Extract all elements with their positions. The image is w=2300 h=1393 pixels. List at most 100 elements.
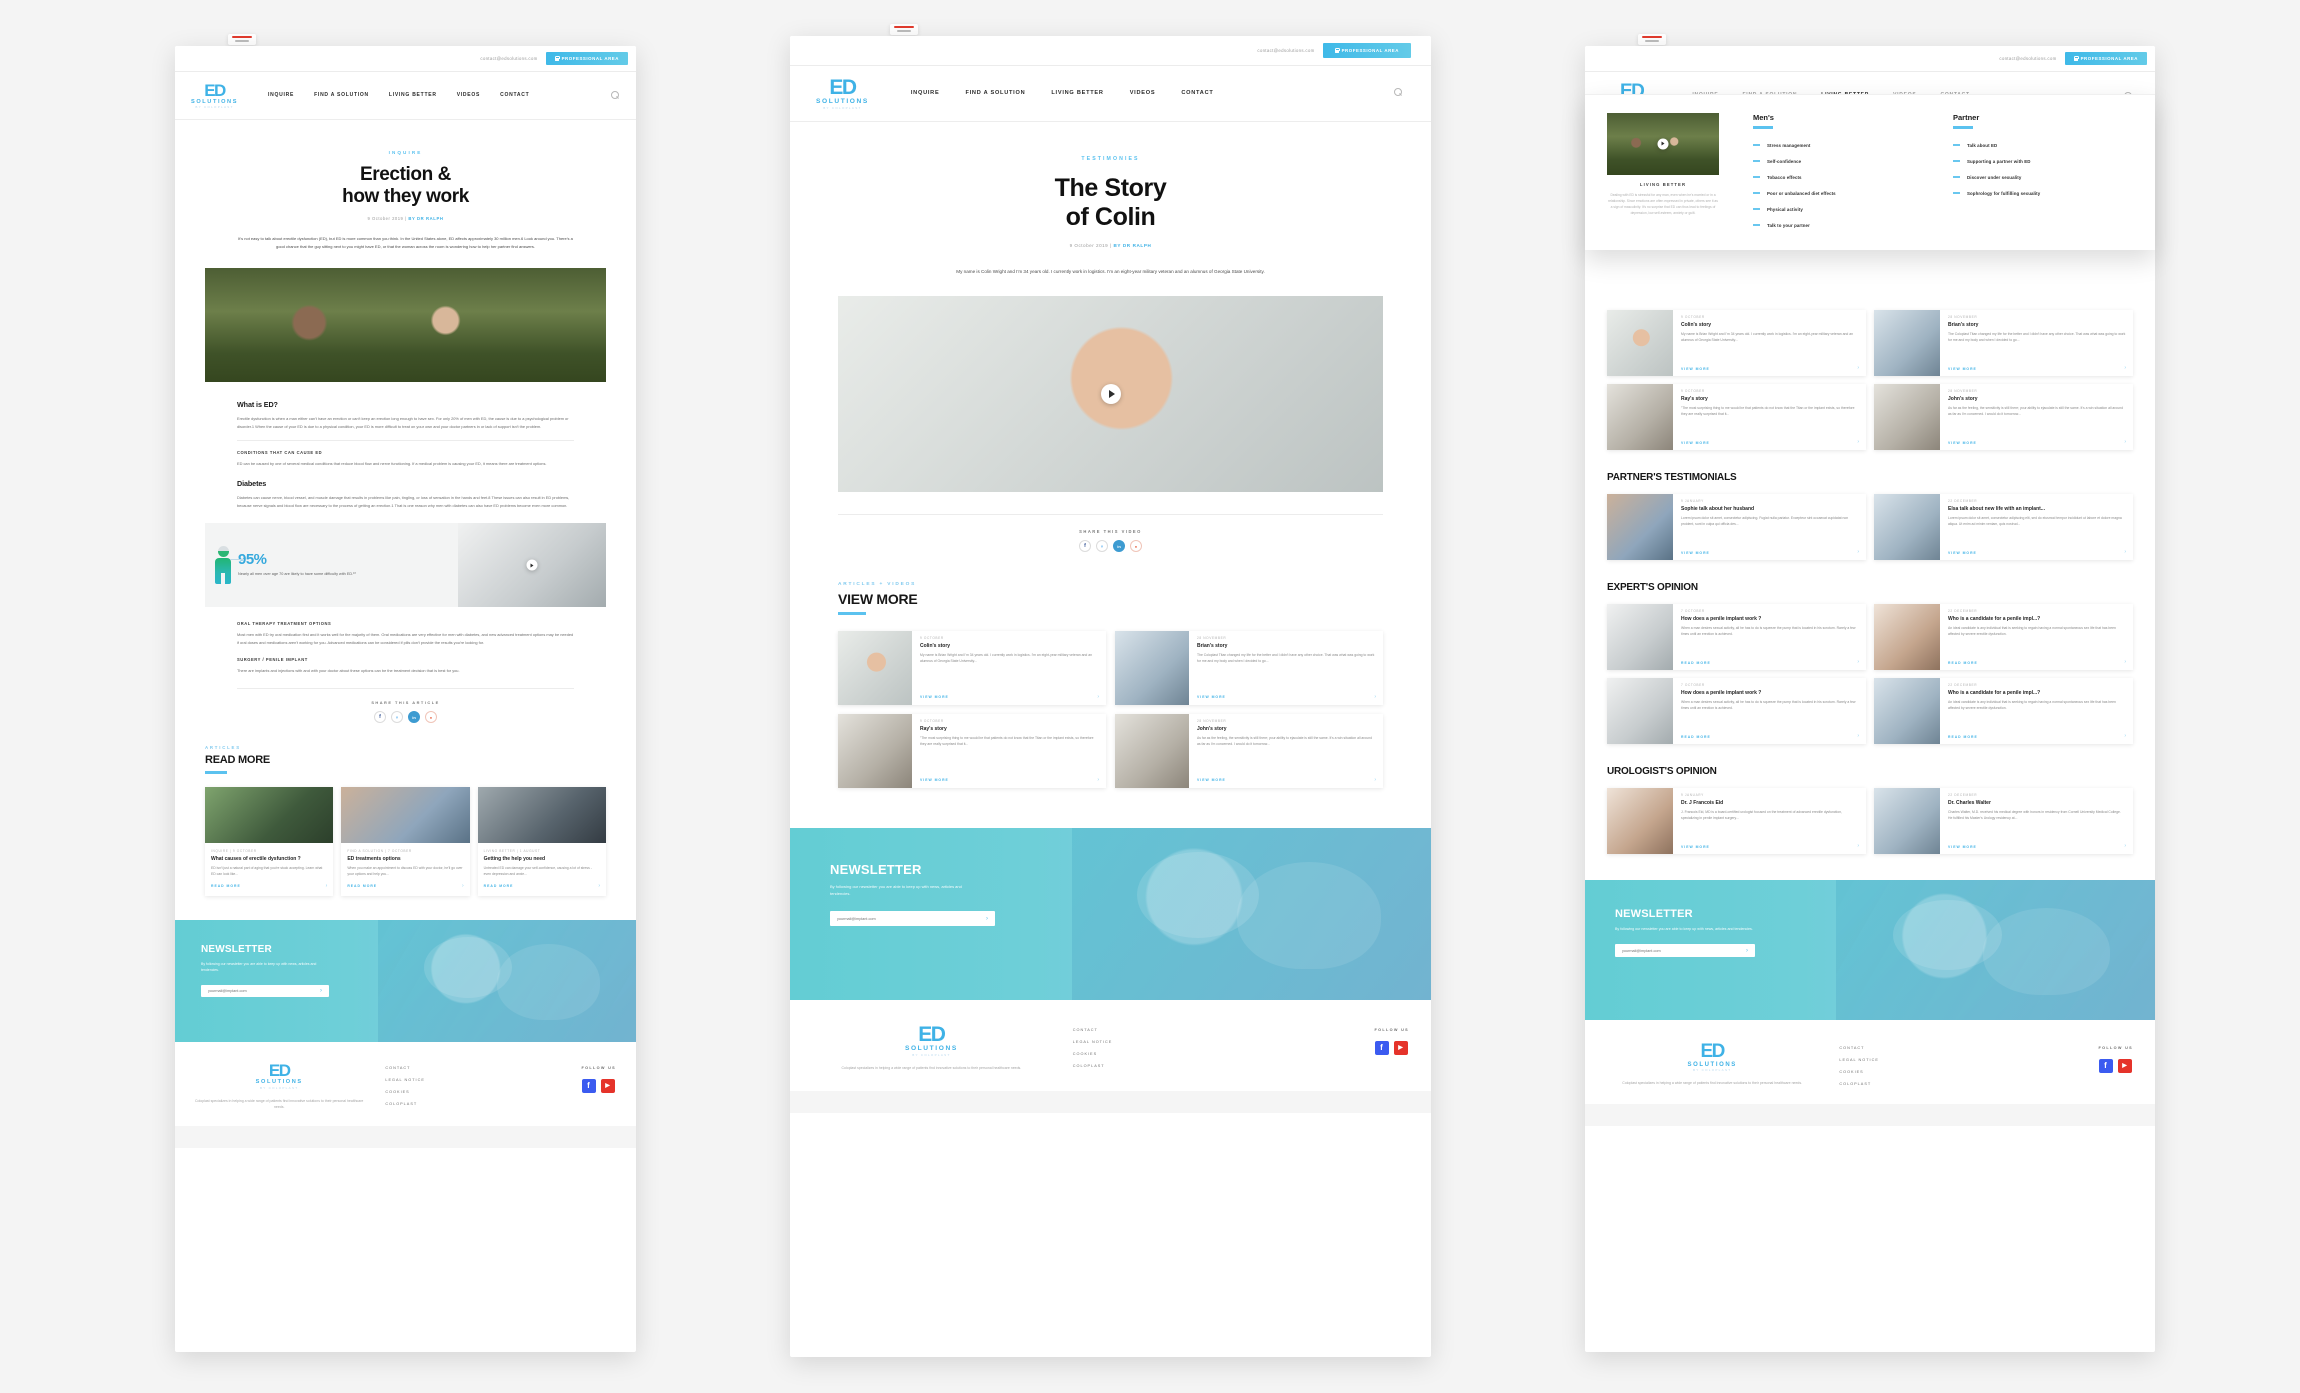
contact-email[interactable]: contact@edsolutions.com [1999, 56, 2056, 61]
nav-item-contact[interactable]: CONTACT [1181, 90, 1213, 98]
story-card[interactable]: 28 NOVEMBER Brian's story The Coloplast … [1115, 630, 1383, 705]
mega-menu-item-diet-effects[interactable]: Poor or unbalanced diet effects [1753, 191, 1933, 196]
linkedin-icon[interactable]: in [408, 711, 420, 724]
facebook-icon[interactable]: f [2098, 1059, 2113, 1073]
story-card[interactable]: 9 OCTOBER Ray's story "The most surprisi… [838, 713, 1106, 788]
newsletter-form[interactable]: › [830, 911, 995, 927]
card-read-more-link[interactable]: READ MORE › [347, 883, 463, 889]
facebook-icon[interactable]: f [374, 711, 386, 724]
submit-arrow-icon[interactable]: › [1746, 948, 1748, 954]
nav-item-inquire[interactable]: INQUIRE [911, 90, 940, 98]
pinterest-icon[interactable]: ● [425, 711, 437, 724]
facebook-icon[interactable]: f [1079, 540, 1091, 553]
footer-link-legal-notice[interactable]: LEGAL NOTICE [1073, 1040, 1113, 1044]
footer-link-legal-notice[interactable]: LEGAL NOTICE [385, 1078, 425, 1082]
card-view-more-link[interactable]: VIEW MORE › [1197, 777, 1376, 783]
card-view-more-link[interactable]: VIEW MORE › [1948, 366, 2126, 371]
expert-card[interactable]: 7 OCTOBER How does a penile implant work… [1607, 678, 1866, 744]
search-icon[interactable] [1394, 88, 1405, 99]
professional-area-button[interactable]: PROFESSIONAL AREA [1322, 43, 1411, 58]
newsletter-email-input[interactable] [1622, 948, 1730, 953]
youtube-icon[interactable]: ▶ [1393, 1040, 1408, 1055]
footer-link-coloplast[interactable]: COLOPLAST [1839, 1082, 1879, 1086]
story-card[interactable]: 9 OCTOBER Ray's story "The most surprisi… [1607, 384, 1866, 450]
professional-area-button[interactable]: PROFESSIONAL AREA [2064, 52, 2147, 65]
expert-card[interactable]: 22 DECEMBER Who is a candidate for a pen… [1874, 678, 2133, 744]
testimonial-card[interactable]: 9 JANUARY Sophie talk about her husband … [1607, 494, 1866, 560]
mega-menu-item-talk-to-your-partner[interactable]: Talk to your partner [1753, 223, 1933, 228]
footer-link-contact[interactable]: CONTACT [1073, 1028, 1113, 1032]
urologist-card[interactable]: 9 JANUARY Dr. J Francois Eid J. Francois… [1607, 788, 1866, 854]
twitter-icon[interactable]: ᵥ [1096, 540, 1108, 553]
card-read-more-link[interactable]: READ MORE › [211, 883, 327, 889]
facebook-icon[interactable]: f [581, 1078, 596, 1093]
story-card[interactable]: 9 OCTOBER Colin's story My name is Brian… [1607, 310, 1866, 376]
card-read-more-link[interactable]: READ MORE › [484, 883, 600, 889]
mega-menu-item-supporting-a-partner[interactable]: Supporting a partner with ED [1953, 159, 2133, 164]
card-view-more-link[interactable]: VIEW MORE › [1681, 440, 1859, 445]
card-view-more-link[interactable]: VIEW MORE › [920, 694, 1099, 700]
expert-card[interactable]: 7 OCTOBER How does a penile implant work… [1607, 604, 1866, 670]
nav-item-videos[interactable]: VIDEOS [457, 92, 480, 100]
mega-menu-feature[interactable]: LIVING BETTER Dealing with ED is stressf… [1607, 113, 1719, 228]
card-view-more-link[interactable]: VIEW MORE › [1681, 366, 1859, 371]
mega-menu-item-physical-activity[interactable]: Physical activity [1753, 207, 1933, 212]
newsletter-email-input[interactable] [837, 916, 966, 921]
story-card[interactable]: 9 OCTOBER Colin's story My name is Brian… [838, 630, 1106, 705]
article-card[interactable]: INQUIRE | 9 OCTOBER What causes of erect… [205, 786, 334, 896]
card-view-more-link[interactable]: VIEW MORE › [1197, 694, 1376, 700]
card-read-more-link[interactable]: READ MORE › [1948, 734, 2126, 739]
mega-menu-item-discover-under-sexuality[interactable]: Discover under sexuality [1953, 175, 2133, 180]
card-view-more-link[interactable]: VIEW MORE › [920, 777, 1099, 783]
site-logo[interactable]: ED SOLUTIONS BY COLOPLAST [191, 82, 238, 110]
footer-link-coloplast[interactable]: COLOPLAST [385, 1102, 425, 1106]
card-view-more-link[interactable]: VIEW MORE › [1948, 440, 2126, 445]
footer-link-contact[interactable]: CONTACT [385, 1066, 425, 1070]
newsletter-email-input[interactable] [208, 988, 305, 993]
card-read-more-link[interactable]: READ MORE › [1681, 660, 1859, 665]
nav-item-living-better[interactable]: LIVING BETTER [1051, 90, 1103, 98]
card-view-more-link[interactable]: VIEW MORE › [1948, 550, 2126, 555]
play-button-icon[interactable] [1100, 384, 1121, 405]
contact-email[interactable]: contact@edsolutions.com [480, 56, 537, 61]
nav-item-find-a-solution[interactable]: FIND A SOLUTION [965, 90, 1025, 98]
statistic-video-thumbnail[interactable] [458, 523, 606, 608]
play-button-icon[interactable] [526, 559, 538, 571]
story-card[interactable]: 28 NOVEMBER Brian's story The Coloplast … [1874, 310, 2133, 376]
article-card[interactable]: LIVING BETTER | 1 AUGUST Getting the hel… [477, 786, 606, 896]
professional-area-button[interactable]: PROFESSIONAL AREA [545, 52, 628, 65]
footer-link-cookies[interactable]: COOKIES [1073, 1052, 1113, 1056]
mega-menu-video-thumbnail[interactable] [1607, 113, 1719, 175]
contact-email[interactable]: contact@edsolutions.com [1257, 48, 1314, 53]
facebook-icon[interactable]: f [1374, 1040, 1389, 1055]
card-view-more-link[interactable]: VIEW MORE › [1948, 844, 2126, 849]
testimonial-card[interactable]: 22 DECEMBER Elsa talk about new life wit… [1874, 494, 2133, 560]
mega-menu-item-self-confidence[interactable]: Self-confidence [1753, 159, 1933, 164]
nav-item-contact[interactable]: CONTACT [500, 92, 529, 100]
footer-link-coloplast[interactable]: COLOPLAST [1073, 1064, 1113, 1068]
video-player[interactable] [838, 296, 1383, 493]
expert-card[interactable]: 22 DECEMBER Who is a candidate for a pen… [1874, 604, 2133, 670]
footer-logo[interactable]: ED SOLUTIONS BY COLOPLAST [256, 1062, 303, 1090]
youtube-icon[interactable]: ▶ [600, 1078, 615, 1093]
twitter-icon[interactable]: ᵥ [391, 711, 403, 724]
story-card[interactable]: 28 NOVEMBER John's story As far as the f… [1115, 713, 1383, 788]
article-card[interactable]: FIND A SOLUTION | 7 OCTOBER ED treatment… [341, 786, 470, 896]
footer-logo[interactable]: ED SOLUTIONS BY COLOPLAST [905, 1024, 958, 1057]
nav-item-videos[interactable]: VIDEOS [1130, 90, 1156, 98]
linkedin-icon[interactable]: in [1113, 540, 1125, 553]
mega-menu-item-stress-management[interactable]: Stress management [1753, 143, 1933, 148]
nav-item-inquire[interactable]: INQUIRE [268, 92, 294, 100]
footer-link-contact[interactable]: CONTACT [1839, 1046, 1879, 1050]
search-icon[interactable] [611, 91, 620, 100]
story-card[interactable]: 28 NOVEMBER John's story As far as the f… [1874, 384, 2133, 450]
submit-arrow-icon[interactable]: › [986, 916, 988, 922]
footer-link-cookies[interactable]: COOKIES [1839, 1070, 1879, 1074]
site-logo[interactable]: ED SOLUTIONS BY COLOPLAST [816, 77, 869, 110]
play-button-icon[interactable] [1657, 138, 1669, 150]
card-read-more-link[interactable]: READ MORE › [1681, 734, 1859, 739]
newsletter-form[interactable]: › [1615, 944, 1755, 958]
mega-menu-item-sophrology[interactable]: Sophrology for fulfilling sexuality [1953, 191, 2133, 196]
youtube-icon[interactable]: ▶ [2117, 1059, 2132, 1073]
nav-item-living-better[interactable]: LIVING BETTER [389, 92, 437, 100]
